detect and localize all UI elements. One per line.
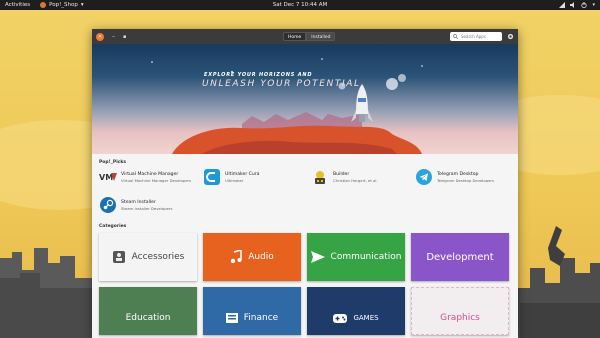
- featured-banner[interactable]: EXPLORE YOUR HORIZONS AND UNLEASH YOUR P…: [92, 44, 518, 154]
- pick-ultimaker-cura[interactable]: Ultimaker Cura Ultimaker: [203, 168, 260, 186]
- volume-icon: [570, 2, 575, 8]
- view-switcher: Home Installed: [283, 32, 336, 41]
- category-label: Accessories: [131, 252, 185, 262]
- pick-developer: Ultimaker: [225, 177, 244, 183]
- audio-icon: [231, 250, 242, 264]
- category-label: Graphics: [440, 313, 480, 323]
- system-tray[interactable]: ▾: [559, 2, 595, 8]
- pop-shop-app-icon: [40, 2, 47, 8]
- communication-icon: [310, 251, 325, 263]
- chevron-down-icon: ▾: [592, 2, 595, 8]
- pick-name: Ultimaker Cura: [225, 171, 260, 177]
- search-box[interactable]: [450, 32, 502, 41]
- vmm-icon: VM: [99, 168, 117, 186]
- category-finance[interactable]: Finance: [203, 287, 301, 335]
- pop-shop-window: ✕ – ▪ Home Installed Search Apps EXPLORE…: [92, 29, 518, 338]
- search-icon: [453, 34, 458, 39]
- cura-icon: [203, 168, 221, 186]
- games-icon: [333, 313, 348, 323]
- pick-builder[interactable]: Builder Christian Hergert, et al.: [311, 168, 378, 186]
- clock[interactable]: Sat Dec 7 10:44 AM: [273, 2, 328, 8]
- category-label: Audio: [248, 252, 274, 262]
- tab-installed[interactable]: Installed: [306, 32, 336, 41]
- pick-developer: Steam Installer Developers: [121, 205, 173, 211]
- pick-name: Steam Installer: [121, 199, 156, 205]
- network-icon: [559, 2, 566, 8]
- telegram-icon: [415, 168, 433, 186]
- category-development[interactable]: Development: [411, 233, 509, 281]
- search-input[interactable]: [461, 33, 499, 40]
- builder-icon: [311, 168, 329, 186]
- finance-icon: [225, 313, 238, 323]
- maximize-button[interactable]: ▪: [123, 34, 126, 40]
- app-menu-label: Pop!_Shop: [49, 2, 78, 8]
- category-graphics[interactable]: Graphics: [411, 287, 509, 335]
- accessories-icon: [112, 251, 125, 263]
- close-button[interactable]: ✕: [96, 32, 104, 41]
- category-games[interactable]: GAMES: [307, 287, 405, 335]
- pick-name: Virtual Machine Manager: [121, 171, 179, 177]
- picks-section-title: Pop!_Picks: [99, 160, 127, 165]
- category-education[interactable]: Education: [99, 287, 197, 335]
- pick-virtual-machine-manager[interactable]: VM Virtual Machine Manager Virtual Machi…: [99, 168, 191, 186]
- header-bar: ✕ – ▪ Home Installed: [92, 29, 518, 44]
- pick-developer: Virtual Machine Manager Developers: [121, 177, 192, 183]
- tab-home[interactable]: Home: [283, 32, 307, 41]
- category-label: Education: [125, 313, 171, 323]
- banner-kicker: EXPLORE YOUR HORIZONS AND: [204, 72, 313, 78]
- pick-name: Builder: [333, 171, 350, 177]
- banner-illustration: [151, 58, 423, 154]
- category-label: Communication: [330, 252, 402, 262]
- pick-developer: Telegram Desktop Developers: [437, 177, 494, 183]
- category-accessories[interactable]: Accessories: [99, 233, 197, 281]
- minimize-button[interactable]: –: [112, 33, 115, 40]
- category-audio[interactable]: Audio: [203, 233, 301, 281]
- app-menu[interactable]: Pop!_Shop ▾: [40, 2, 84, 8]
- pick-telegram-desktop[interactable]: Telegram Desktop Telegram Desktop Develo…: [415, 168, 494, 186]
- pick-name: Telegram Desktop: [437, 171, 479, 177]
- pick-steam-installer[interactable]: Steam Installer Steam Installer Develope…: [99, 196, 173, 214]
- svg-text:VM: VM: [99, 173, 113, 182]
- chevron-down-icon: ▾: [80, 2, 84, 8]
- pick-developer: Christian Hergert, et al.: [333, 177, 378, 183]
- power-icon: [581, 2, 588, 8]
- steam-icon: [99, 196, 117, 214]
- category-label: Development: [426, 251, 494, 263]
- categories-section-title: Categories: [99, 224, 127, 229]
- category-communication[interactable]: Communication: [307, 233, 405, 281]
- banner-headline: UNLEASH YOUR POTENTIAL: [202, 79, 361, 89]
- category-label: GAMES: [353, 314, 379, 322]
- activities-button[interactable]: Activities: [5, 2, 30, 8]
- category-label: Finance: [243, 313, 279, 323]
- menu-gear-icon[interactable]: [507, 33, 514, 40]
- top-bar: Activities Pop!_Shop ▾ Sat Dec 7 10:44 A…: [0, 0, 600, 10]
